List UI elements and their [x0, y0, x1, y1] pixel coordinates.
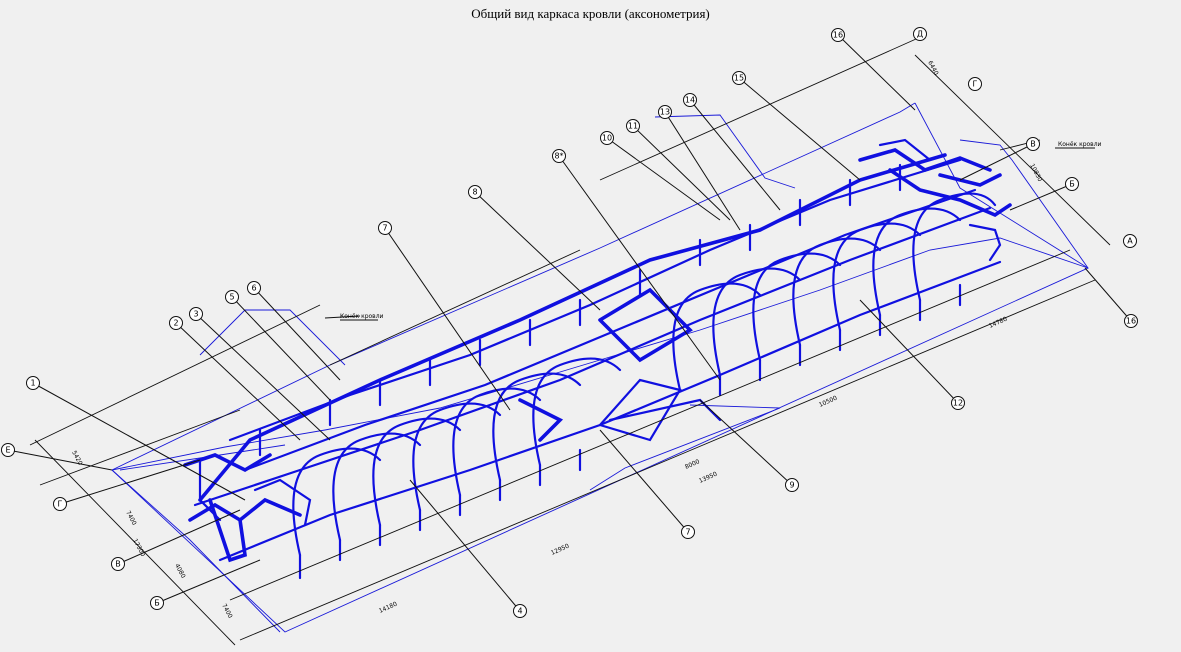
axis-marker: Д: [913, 27, 927, 41]
axis-marker: Е: [1, 443, 15, 457]
svg-text:9: 9: [789, 481, 794, 490]
roof-outline: [111, 102, 1089, 633]
callout-bubble: 16: [831, 28, 845, 42]
svg-text:15: 15: [734, 74, 744, 83]
dimension-value: 13950: [698, 471, 718, 485]
svg-text:В: В: [115, 560, 121, 569]
callout-bubble: 13: [658, 105, 672, 119]
dimension-value: 8000: [684, 458, 701, 471]
dimension-value: 7400: [220, 603, 233, 620]
callout-bubble: 5: [225, 290, 239, 304]
svg-text:Д: Д: [917, 30, 923, 39]
callout-bubble: 7: [681, 525, 695, 539]
callout-bubble: 6: [247, 281, 261, 295]
svg-text:А: А: [1127, 237, 1133, 246]
callout-bubble: 8: [468, 185, 482, 199]
axis-marker: В: [111, 557, 125, 571]
svg-text:6: 6: [251, 284, 256, 293]
roof-frame-axonometric-drawing: 5420 7400 17300 4080 7400 14180 12950 13…: [1, 27, 1138, 646]
front-columns: [298, 283, 962, 580]
callout-bubble: 8*: [552, 149, 566, 163]
dimension-value: 10500: [818, 395, 838, 409]
svg-text:11: 11: [628, 122, 638, 131]
dimension-value: 12950: [550, 543, 570, 557]
callout-bubble: 3: [189, 307, 203, 321]
callout-bubble: 4: [513, 604, 527, 618]
svg-text:7: 7: [685, 528, 690, 537]
svg-text:5: 5: [229, 293, 234, 302]
callout-bubble: 2: [169, 316, 183, 330]
svg-text:16: 16: [1126, 317, 1136, 326]
axis-marker: Г: [53, 497, 67, 511]
callout-bubbles: 1 2 3 4 5 6 7 7 8 8* 9 10 11 12 13 14 15…: [26, 28, 1138, 618]
axis-marker: В: [1026, 137, 1040, 151]
svg-text:16: 16: [833, 31, 843, 40]
ridge-note: Конёк кровли: [1058, 141, 1102, 148]
callout-bubble: 11: [626, 119, 640, 133]
svg-text:4: 4: [517, 607, 522, 616]
svg-text:Б: Б: [1069, 180, 1075, 189]
axis-marker: Б: [1065, 177, 1079, 191]
svg-text:Е: Е: [5, 446, 10, 455]
axis-marker: Г: [968, 77, 982, 91]
callout-bubble: 14: [683, 93, 697, 107]
svg-text:1: 1: [30, 379, 35, 388]
callout-bubble: 16: [1124, 314, 1138, 328]
svg-text:3: 3: [193, 310, 198, 319]
dimension-value: 17300: [131, 538, 146, 558]
dimension-value: 7400: [124, 510, 137, 527]
svg-text:10: 10: [602, 134, 612, 143]
callout-bubble: 10: [600, 131, 614, 145]
svg-text:13: 13: [660, 108, 670, 117]
dimension-value: 10830: [1028, 163, 1043, 183]
svg-text:Г: Г: [58, 500, 63, 509]
dimension-lines: [29, 34, 1111, 646]
svg-text:12: 12: [953, 399, 963, 408]
svg-text:8: 8: [472, 188, 477, 197]
svg-text:7: 7: [382, 224, 387, 233]
axis-marker: Б: [150, 596, 164, 610]
svg-text:Г: Г: [973, 80, 978, 89]
callout-bubble: 9: [785, 478, 799, 492]
dimension-value: 14180: [378, 601, 398, 615]
axis-marker: А: [1123, 234, 1137, 248]
callout-bubble: 15: [732, 71, 746, 85]
svg-text:2: 2: [173, 319, 178, 328]
svg-text:В: В: [1030, 140, 1036, 149]
callout-bubble: 7: [378, 221, 392, 235]
svg-text:8*: 8*: [554, 152, 563, 161]
svg-text:Б: Б: [154, 599, 160, 608]
dimension-value: 14780: [988, 316, 1008, 330]
svg-text:14: 14: [685, 96, 695, 105]
callout-bubble: 12: [951, 396, 965, 410]
dimension-value: 5420: [70, 450, 83, 467]
callout-bubble: 1: [26, 376, 40, 390]
dimension-value: 4080: [173, 563, 186, 580]
ridge-note: Конёк кровли: [340, 313, 384, 320]
